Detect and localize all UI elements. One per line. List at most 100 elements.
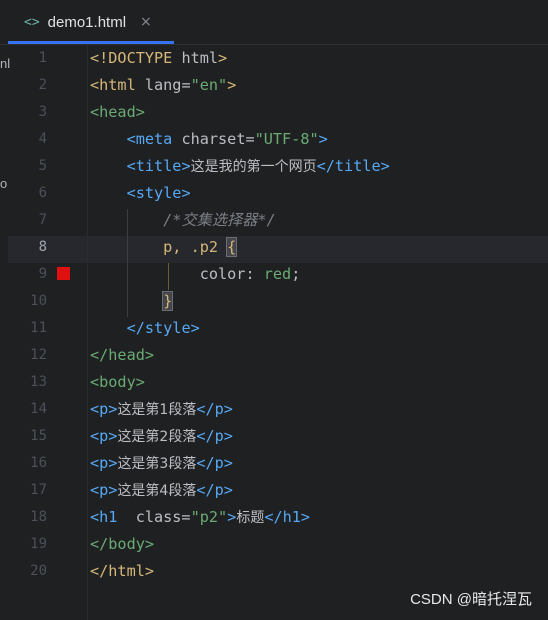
code-token: } [162, 291, 174, 311]
code-text: } [90, 288, 174, 315]
code-text: <p>这是第4段落</p> [90, 477, 233, 505]
watermark: CSDN @暗托涅瓦 [410, 591, 532, 608]
line-number[interactable]: 19 [0, 531, 47, 558]
code-token: > [227, 76, 237, 94]
code-token: <p> [90, 400, 118, 418]
code-text: <p>这是第2段落</p> [90, 423, 233, 451]
line-number[interactable]: 9 [0, 261, 47, 288]
breakpoint-marker[interactable] [57, 267, 70, 280]
code-line[interactable]: 2 <html lang="en"> [0, 72, 548, 99]
code-token: <h1 [90, 508, 136, 526]
code-line[interactable]: 3 <head> [0, 99, 548, 126]
code-token: /*交集选择器*/ [163, 211, 276, 229]
code-token: </p> [196, 427, 233, 445]
code-token: > [218, 49, 228, 67]
line-number[interactable]: 13 [0, 369, 47, 396]
code-line[interactable]: 12 </head> [0, 342, 548, 369]
code-line[interactable]: 1 <!DOCTYPE html> [0, 45, 548, 72]
code-token: </p> [196, 454, 233, 472]
code-token: 这是第1段落 [117, 402, 197, 418]
line-number[interactable]: 20 [0, 558, 47, 585]
code-text: </head> [90, 342, 154, 369]
code-line[interactable]: 7 /*交集选择器*/ [0, 207, 548, 234]
line-number[interactable]: 2 [0, 72, 47, 99]
code-editor[interactable]: 1 <!DOCTYPE html> 2 <html lang="en"> 3 <head>… [0, 44, 548, 620]
code-token: </p> [196, 400, 233, 418]
code-token: 这是我的第一个网页 [190, 159, 317, 175]
code-token: "p2" [190, 508, 228, 526]
line-number[interactable]: 12 [0, 342, 47, 369]
code-token: p, .p2 [163, 238, 228, 256]
code-token: "en" [190, 76, 228, 94]
code-text: <p>这是第1段落</p> [90, 396, 233, 424]
code-line[interactable]: 13 <body> [0, 369, 548, 396]
code-line[interactable]: 19 </body> [0, 531, 548, 558]
line-number[interactable]: 8 [0, 234, 47, 261]
code-token: charset= [181, 130, 255, 148]
line-number[interactable]: 17 [0, 477, 47, 504]
code-text: <body> [90, 369, 145, 396]
code-token: 这是第2段落 [117, 429, 197, 445]
code-token: <head> [90, 103, 145, 121]
code-token: <body> [90, 373, 145, 391]
code-line[interactable]: 18 <h1 class="p2">标题</h1> [0, 504, 548, 531]
code-token: <title> [126, 157, 191, 175]
code-token: lang= [144, 76, 191, 94]
code-text: </style> [90, 315, 200, 342]
line-number[interactable]: 3 [0, 99, 47, 126]
code-line[interactable]: 11 </style> [0, 315, 548, 342]
editor-tab-bar: <> demo1.html × [0, 0, 548, 45]
line-number[interactable]: 10 [0, 288, 47, 315]
code-line[interactable]: 20 </html> [0, 558, 548, 585]
code-token: <html [90, 76, 145, 94]
code-line[interactable]: 15 <p>这是第2段落</p> [0, 423, 548, 450]
line-number[interactable]: 11 [0, 315, 47, 342]
code-line[interactable]: 10 } [0, 288, 548, 315]
code-token: red [263, 265, 292, 283]
code-token: </html> [90, 562, 155, 580]
code-line[interactable]: 16 <p>这是第3段落</p> [0, 450, 548, 477]
line-number[interactable]: 7 [0, 207, 47, 234]
code-line[interactable]: 8 p, .p2 { [0, 234, 548, 261]
code-token: { [226, 237, 238, 257]
code-token: 这是第3段落 [117, 456, 197, 472]
code-text: <meta charset="UTF-8"> [90, 126, 328, 153]
line-number[interactable]: 18 [0, 504, 47, 531]
code-token: color [199, 265, 246, 283]
code-token: </h1> [264, 508, 311, 526]
code-token: <!DOCTYPE [90, 49, 182, 67]
code-line[interactable]: 6 <style> [0, 180, 548, 207]
code-text: color: red; [90, 261, 301, 288]
code-text: <head> [90, 99, 145, 126]
code-token: 这是第4段落 [117, 483, 197, 499]
line-number[interactable]: 4 [0, 126, 47, 153]
code-line[interactable]: 14 <p>这是第1段落</p> [0, 396, 548, 423]
line-number[interactable]: 5 [0, 153, 47, 180]
code-line[interactable]: 4 <meta charset="UTF-8"> [0, 126, 548, 153]
code-text: <title>这是我的第一个网页</title> [90, 153, 390, 181]
code-text: <style> [90, 180, 191, 207]
line-number[interactable]: 1 [0, 45, 47, 72]
tab-demo1-html[interactable]: <> demo1.html × [8, 0, 174, 44]
line-number[interactable]: 16 [0, 450, 47, 477]
code-token: <p> [90, 454, 118, 472]
line-number[interactable]: 14 [0, 396, 47, 423]
code-token: html [181, 49, 219, 67]
code-line[interactable]: 9 color: red; [0, 261, 548, 288]
code-text: <h1 class="p2">标题</h1> [90, 504, 310, 532]
line-number[interactable]: 15 [0, 423, 47, 450]
code-token: <p> [90, 427, 118, 445]
code-token: : [245, 265, 264, 283]
code-line[interactable]: 17 <p>这是第4段落</p> [0, 477, 548, 504]
code-token: </style> [126, 319, 200, 337]
code-text: p, .p2 { [90, 234, 238, 261]
code-line[interactable]: 5 <title>这是我的第一个网页</title> [0, 153, 548, 180]
close-tab-icon[interactable]: × [140, 14, 152, 30]
line-number[interactable]: 6 [0, 180, 47, 207]
code-token: "UTF-8" [254, 130, 319, 148]
code-token: ; [291, 265, 301, 283]
